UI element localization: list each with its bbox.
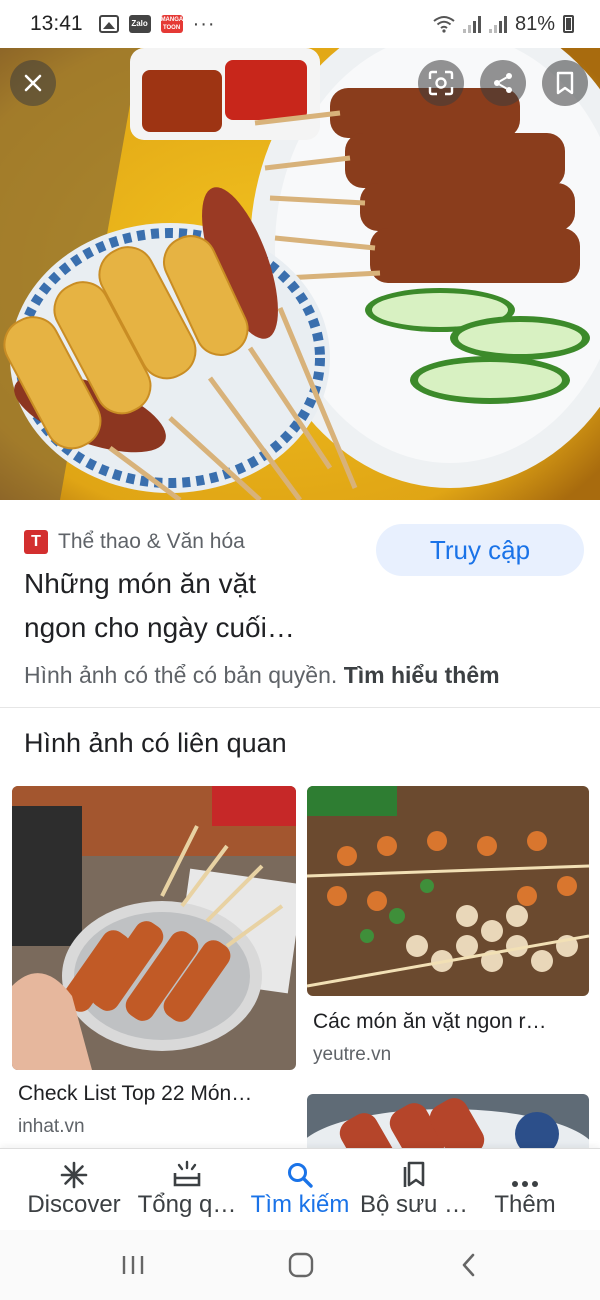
related-thumb-3 — [307, 1094, 589, 1148]
close-icon — [24, 74, 42, 92]
asterisk-icon — [60, 1161, 88, 1189]
mangatoon-icon: MANGA TOON — [160, 15, 184, 33]
battery-icon — [563, 15, 574, 33]
copyright-text: Hình ảnh có thể có bản quyền. — [24, 662, 338, 688]
result-title[interactable]: Những món ăn vặt ngon cho ngày cuối… — [24, 562, 394, 650]
nav-search[interactable]: Tìm kiếm — [244, 1149, 356, 1231]
lens-button[interactable] — [418, 60, 464, 106]
related-title-2: Các món ăn vặt ngon r… — [313, 1010, 547, 1033]
nav-search-label: Tìm kiếm — [250, 1191, 350, 1218]
bookmark-button[interactable] — [542, 60, 588, 106]
nav-more[interactable]: Thêm — [474, 1149, 576, 1231]
more-icon — [512, 1181, 538, 1187]
source-logo: T — [24, 530, 48, 554]
nav-updates[interactable]: Tổng q… — [134, 1149, 240, 1231]
related-heading: Hình ảnh có liên quan — [24, 728, 287, 758]
recents-button[interactable] — [118, 1252, 148, 1278]
related-thumb-1 — [12, 786, 296, 1070]
related-card-3[interactable] — [307, 1094, 589, 1148]
status-app-icons: Zalo MANGA TOON ··· — [98, 12, 216, 36]
nav-discover-label: Discover — [27, 1191, 121, 1218]
nav-collections-label: Bộ sưu … — [359, 1191, 469, 1218]
back-icon — [462, 1253, 475, 1277]
signal-icon-1 — [462, 15, 481, 33]
bottom-nav: Discover Tổng q… Tìm kiếm Bộ sưu … Thêm — [0, 1148, 600, 1230]
result-title-line-2: ngon cho ngày cuối… — [24, 612, 295, 643]
home-icon — [288, 1252, 314, 1278]
nav-discover[interactable]: Discover — [18, 1149, 130, 1231]
bookmark-icon — [556, 71, 574, 95]
section-divider — [0, 707, 600, 708]
related-source-2: yeutre.vn — [313, 1044, 392, 1065]
gallery-icon — [98, 15, 119, 33]
street-food-photo — [0, 48, 600, 500]
home-button[interactable] — [286, 1252, 316, 1278]
nav-more-label: Thêm — [494, 1191, 556, 1218]
status-overflow-icon: ··· — [192, 12, 216, 35]
status-bar: 13:41 Zalo MANGA TOON ··· 81% — [0, 0, 600, 48]
source-name[interactable]: Thể thao & Văn hóa — [58, 530, 245, 554]
result-title-line-1: Những món ăn vặt — [24, 568, 256, 599]
zalo-icon: Zalo — [128, 15, 151, 33]
related-source-1: inhat.vn — [18, 1116, 85, 1137]
status-right: 81% — [433, 13, 574, 36]
nav-collections[interactable]: Bộ sưu … — [358, 1149, 470, 1231]
close-button[interactable] — [10, 60, 56, 106]
search-icon — [288, 1163, 313, 1188]
copyright-notice: Hình ảnh có thể có bản quyền. Tìm hiểu t… — [24, 662, 500, 689]
collections-icon — [403, 1161, 425, 1187]
updates-icon — [173, 1160, 201, 1187]
share-icon — [494, 73, 512, 93]
system-nav-bar — [0, 1230, 600, 1300]
related-card-2[interactable]: Các món ăn vặt ngon r… yeutre.vn — [307, 786, 589, 1076]
visit-button[interactable]: Truy cập — [376, 524, 584, 576]
status-time: 13:41 — [30, 12, 83, 35]
related-thumb-2 — [307, 786, 589, 996]
share-button[interactable] — [480, 60, 526, 106]
recents-icon — [122, 1256, 144, 1274]
lens-icon — [428, 70, 454, 96]
main-image[interactable] — [0, 48, 600, 500]
related-card-1[interactable]: Check List Top 22 Món… inhat.vn — [12, 786, 296, 1146]
nav-updates-label: Tổng q… — [137, 1191, 237, 1218]
signal-icon-2 — [488, 15, 507, 33]
back-button[interactable] — [454, 1252, 484, 1278]
learn-more-link[interactable]: Tìm hiểu thêm — [344, 662, 500, 688]
battery-percent: 81% — [514, 12, 555, 35]
wifi-icon — [433, 16, 455, 33]
related-title-1: Check List Top 22 Món… — [18, 1082, 253, 1105]
